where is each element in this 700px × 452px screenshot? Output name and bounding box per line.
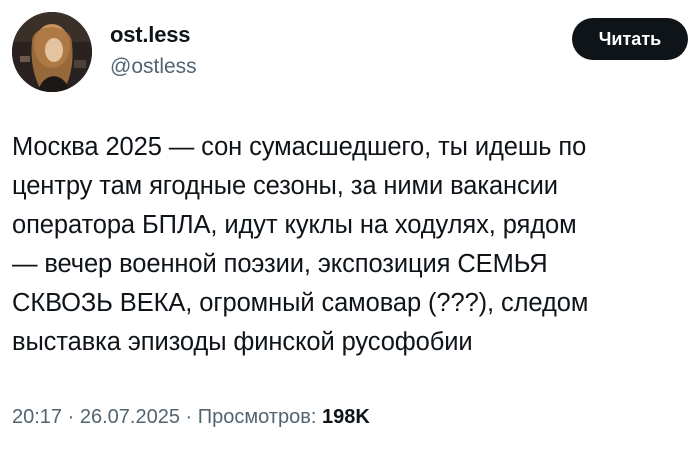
follow-button[interactable]: Читать	[572, 18, 688, 60]
tweet-date[interactable]: 26.07.2025	[80, 406, 180, 428]
tweet-text-line: выставка эпизоды финской русофобии	[12, 328, 473, 356]
author-handle[interactable]: @ostless	[110, 54, 197, 80]
tweet-meta: 20:17 · 26.07.2025 · Просмотров: 198K	[12, 404, 370, 430]
avatar-photo-icon	[12, 12, 92, 92]
tweet-text-line: — вечер военной поэзии, экспозиция СЕМЬЯ	[12, 250, 548, 278]
views-label: Просмотров:	[197, 406, 317, 428]
avatar[interactable]	[12, 12, 92, 92]
tweet-time[interactable]: 20:17	[12, 406, 62, 428]
meta-separator: ·	[179, 406, 198, 428]
tweet-text-line: оператора БПЛА, идут куклы на ходулях, р…	[12, 211, 577, 239]
tweet-text-line: СКВОЗЬ ВЕКА, огромный самовар (???), сле…	[12, 289, 589, 317]
tweet-text-line: Москва 2025 — сон сумасшедшего, ты идешь…	[12, 133, 587, 161]
views-count: 198K	[321, 406, 370, 428]
tweet-text-line: центру там ягодные сезоны, за ними вакан…	[12, 172, 558, 200]
tweet-header: ost.less @ostless Читать	[12, 12, 688, 92]
author-names: ost.less @ostless	[110, 22, 197, 80]
meta-separator: ·	[62, 406, 80, 428]
tweet-text: Москва 2025 — сон сумасшедшего, ты идешь…	[12, 128, 688, 362]
author-display-name[interactable]: ost.less	[110, 22, 197, 48]
